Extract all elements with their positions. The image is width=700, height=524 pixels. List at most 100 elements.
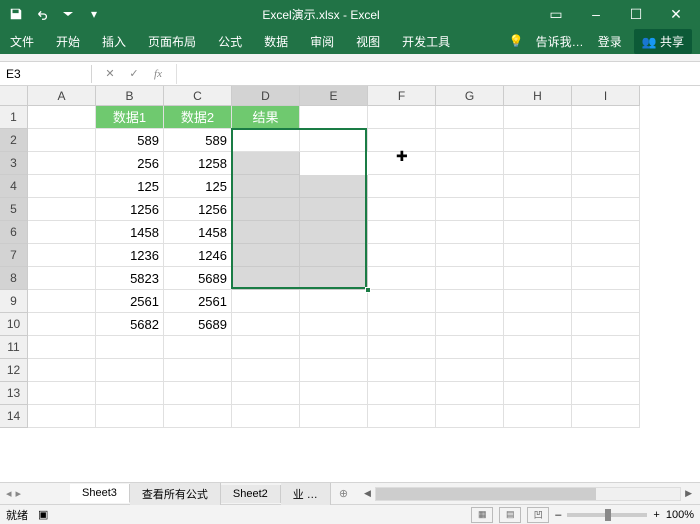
macro-record-icon[interactable]: ▣ <box>38 508 48 521</box>
cell[interactable] <box>436 129 504 152</box>
cell[interactable] <box>28 382 96 405</box>
cell[interactable] <box>300 106 368 129</box>
cell[interactable] <box>572 405 640 428</box>
cell[interactable]: 5682 <box>96 313 164 336</box>
cell[interactable] <box>436 198 504 221</box>
tellme-input[interactable]: 告诉我… <box>534 29 586 54</box>
cell[interactable]: 1256 <box>96 198 164 221</box>
cell[interactable]: 数据2 <box>164 106 232 129</box>
tab-nav-first[interactable]: ◂ <box>6 487 12 500</box>
cell[interactable] <box>300 198 368 221</box>
cell[interactable] <box>504 129 572 152</box>
view-normal-button[interactable]: ▦ <box>471 507 493 523</box>
cell[interactable] <box>368 175 436 198</box>
cell[interactable] <box>28 244 96 267</box>
cell[interactable] <box>368 382 436 405</box>
cell[interactable] <box>300 359 368 382</box>
cell[interactable] <box>232 198 300 221</box>
tab-view[interactable]: 视图 <box>354 29 382 54</box>
cell[interactable] <box>300 175 368 198</box>
cell[interactable] <box>300 336 368 359</box>
account-link[interactable]: 登录 <box>596 29 624 54</box>
column-header[interactable]: I <box>572 86 640 106</box>
cell[interactable] <box>368 244 436 267</box>
cell[interactable] <box>300 221 368 244</box>
cell[interactable] <box>232 175 300 198</box>
cell[interactable]: 1256 <box>164 198 232 221</box>
cell[interactable] <box>232 221 300 244</box>
cell[interactable]: 1458 <box>164 221 232 244</box>
cell[interactable] <box>572 244 640 267</box>
tab-home[interactable]: 开始 <box>54 29 82 54</box>
cell[interactable] <box>164 382 232 405</box>
column-header[interactable]: A <box>28 86 96 106</box>
cell[interactable] <box>28 221 96 244</box>
row-header[interactable]: 13 <box>0 382 28 405</box>
cell[interactable] <box>436 313 504 336</box>
cell[interactable] <box>504 405 572 428</box>
cell[interactable] <box>300 244 368 267</box>
cell[interactable] <box>232 129 300 152</box>
column-header[interactable]: G <box>436 86 504 106</box>
cell[interactable] <box>232 267 300 290</box>
cell[interactable] <box>368 106 436 129</box>
row-header[interactable]: 4 <box>0 175 28 198</box>
cell[interactable] <box>300 267 368 290</box>
cell[interactable]: 2561 <box>96 290 164 313</box>
cell[interactable] <box>436 382 504 405</box>
hscroll-left[interactable]: ◀ <box>364 488 371 499</box>
tab-review[interactable]: 审阅 <box>308 29 336 54</box>
horizontal-scrollbar[interactable] <box>375 487 681 501</box>
cell[interactable] <box>368 290 436 313</box>
zoom-out-button[interactable]: – <box>555 509 561 521</box>
cell[interactable]: 1246 <box>164 244 232 267</box>
cell[interactable] <box>232 313 300 336</box>
cell[interactable] <box>368 221 436 244</box>
cell[interactable] <box>164 405 232 428</box>
cell[interactable] <box>232 382 300 405</box>
cell[interactable] <box>96 359 164 382</box>
cell[interactable] <box>504 336 572 359</box>
cell[interactable] <box>368 267 436 290</box>
column-header[interactable]: B <box>96 86 164 106</box>
cell[interactable] <box>300 313 368 336</box>
cell[interactable] <box>504 152 572 175</box>
cell[interactable] <box>368 359 436 382</box>
sheet-tab-active[interactable]: Sheet3 <box>70 484 130 503</box>
cell[interactable] <box>368 198 436 221</box>
row-header[interactable]: 6 <box>0 221 28 244</box>
cell[interactable] <box>28 175 96 198</box>
cell[interactable] <box>232 336 300 359</box>
cell[interactable] <box>28 290 96 313</box>
cell[interactable] <box>572 198 640 221</box>
cell[interactable] <box>300 382 368 405</box>
cell[interactable] <box>572 359 640 382</box>
cell[interactable] <box>28 313 96 336</box>
cell[interactable] <box>436 290 504 313</box>
tab-developer[interactable]: 开发工具 <box>400 29 452 54</box>
cell[interactable] <box>28 405 96 428</box>
view-pagebreak-button[interactable]: 凹 <box>527 507 549 523</box>
column-header[interactable]: H <box>504 86 572 106</box>
cell[interactable] <box>300 129 368 152</box>
cell[interactable] <box>504 198 572 221</box>
close-button[interactable]: ✕ <box>656 0 696 28</box>
zoom-slider[interactable] <box>567 513 647 517</box>
cell[interactable]: 1236 <box>96 244 164 267</box>
row-header[interactable]: 5 <box>0 198 28 221</box>
cell[interactable] <box>436 106 504 129</box>
cell[interactable] <box>572 175 640 198</box>
row-header[interactable]: 8 <box>0 267 28 290</box>
cell[interactable] <box>436 175 504 198</box>
cell[interactable] <box>504 106 572 129</box>
cell[interactable] <box>436 152 504 175</box>
redo-button[interactable] <box>56 2 80 26</box>
cell[interactable] <box>572 336 640 359</box>
cell[interactable] <box>436 336 504 359</box>
cell[interactable] <box>504 244 572 267</box>
cell[interactable] <box>164 359 232 382</box>
cell[interactable]: 589 <box>96 129 164 152</box>
cell[interactable]: 125 <box>164 175 232 198</box>
cell[interactable] <box>572 290 640 313</box>
save-button[interactable] <box>4 2 28 26</box>
